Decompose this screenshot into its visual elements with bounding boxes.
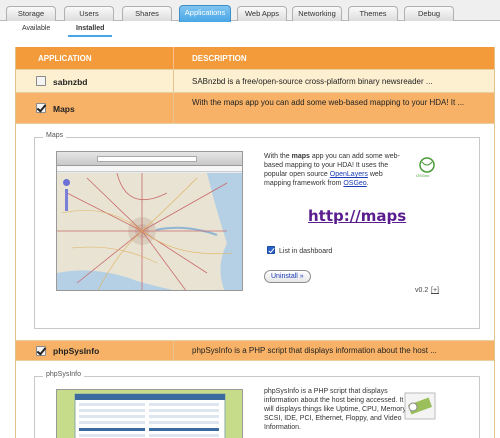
app-checkbox[interactable]: [36, 346, 46, 356]
osgeo-link[interactable]: OSGeo: [343, 180, 366, 187]
tab-debug[interactable]: Debug: [404, 6, 454, 21]
header-description: DESCRIPTION: [192, 54, 247, 63]
maps-url-link[interactable]: http://maps: [308, 207, 406, 225]
app-description: SABnzbd is a free/open-source cross-plat…: [192, 77, 433, 86]
column-divider: [173, 341, 174, 360]
column-divider: [173, 93, 174, 123]
app-name[interactable]: sabnzbd: [53, 77, 87, 87]
phpsysinfo-logo: [401, 389, 441, 423]
osgeo-logo-text: OSGeo: [416, 173, 430, 178]
maps-text-pre: With the: [264, 153, 292, 160]
subtab-installed[interactable]: Installed: [76, 25, 104, 32]
list-in-dashboard-checkbox[interactable]: [267, 246, 275, 254]
maps-text-bold: maps: [291, 153, 310, 160]
uninstall-button[interactable]: Uninstall »: [264, 270, 311, 283]
version-label: v0.2: [415, 287, 429, 294]
app-name[interactable]: phpSysInfo: [53, 346, 99, 356]
tab-applications[interactable]: Applications: [179, 5, 231, 22]
browser-url-bar: [97, 156, 197, 162]
phpsysinfo-logo-icon: [404, 392, 436, 420]
phpsysinfo-screenshot: [56, 389, 243, 438]
tab-networking[interactable]: Networking: [292, 6, 342, 21]
tab-themes[interactable]: Themes: [348, 6, 398, 21]
tab-storage[interactable]: Storage: [6, 6, 56, 21]
browser-links-bar: [57, 166, 242, 172]
app-description: With the maps app you can add some web-b…: [192, 98, 465, 107]
header-divider: [173, 47, 174, 69]
sub-tab-bar: Available Installed: [0, 22, 500, 38]
phpsysinfo-fieldset: phpSysInfo phpSysInfo is a PHP script th…: [34, 371, 480, 438]
maps-detail-panel: Maps With the maps app you can add some …: [16, 123, 494, 340]
phpsysinfo-description: phpSysInfo is a PHP script that displays…: [264, 388, 408, 431]
tab-users[interactable]: Users: [64, 6, 114, 21]
maps-text-end: .: [366, 180, 369, 187]
subtab-available[interactable]: Available: [22, 25, 50, 32]
app-description: phpSysInfo is a PHP script that displays…: [192, 346, 437, 355]
app-name[interactable]: Maps: [53, 104, 75, 114]
maps-legend: Maps: [43, 132, 67, 139]
maps-description: With the maps app you can add some web-b…: [264, 152, 409, 188]
header-application: APPLICATION: [38, 54, 92, 63]
phpsysinfo-detail-panel: phpSysInfo phpSysInfo is a PHP script th…: [16, 360, 494, 438]
tab-shares[interactable]: Shares: [122, 6, 172, 21]
map-image: [57, 172, 242, 290]
table-header: APPLICATION DESCRIPTION: [16, 47, 494, 69]
table-row-maps[interactable]: Maps With the maps app you can add some …: [16, 92, 494, 123]
maps-screenshot: [56, 151, 243, 291]
table-row-sabnzbd[interactable]: sabnzbd SABnzbd is a free/open-source cr…: [16, 69, 494, 92]
version-more-link[interactable]: [+]: [431, 287, 439, 294]
phpsysinfo-legend: phpSysInfo: [43, 371, 85, 378]
browser-toolbar: [57, 152, 242, 166]
app-checkbox[interactable]: [36, 103, 46, 113]
openlayers-link[interactable]: OpenLayers: [330, 171, 368, 178]
applications-table: APPLICATION DESCRIPTION sabnzbd SABnzbd …: [15, 47, 495, 438]
maps-fieldset: Maps With the maps app you can add some …: [34, 132, 480, 329]
app-checkbox[interactable]: [36, 76, 46, 86]
main-tab-bar: Storage Users Shares Applications Web Ap…: [0, 0, 500, 22]
map-graphic: [57, 172, 242, 290]
list-in-dashboard-label: List in dashboard: [279, 248, 333, 255]
tab-web-apps[interactable]: Web Apps: [237, 6, 287, 21]
phpsysinfo-graphic: [57, 390, 242, 438]
osgeo-logo: OSGeo: [416, 156, 438, 178]
column-divider: [173, 70, 174, 92]
table-row-phpsysinfo[interactable]: phpSysInfo phpSysInfo is a PHP script th…: [16, 340, 494, 360]
active-subtab-indicator: [68, 35, 112, 37]
